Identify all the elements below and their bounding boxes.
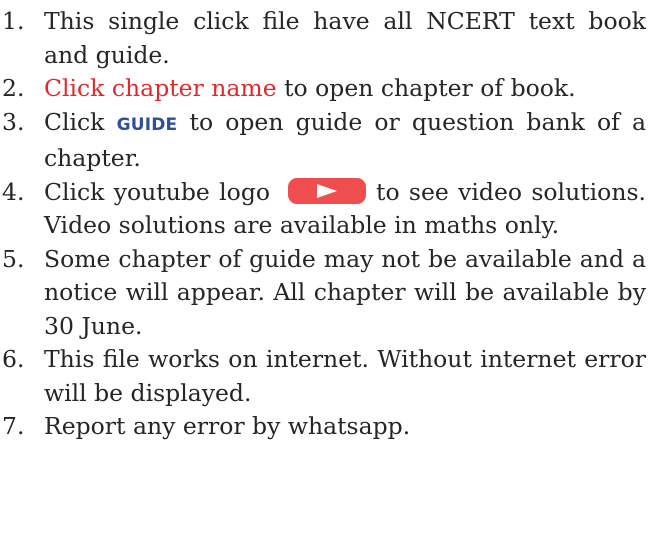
list-text: Click GUIDE to open guide or question ba… xyxy=(44,106,646,176)
chapter-name-link[interactable]: Click chapter name xyxy=(44,74,277,102)
list-item-3: 3. Click GUIDE to open guide or question… xyxy=(0,106,646,176)
list-text: Report any error by whatsapp. xyxy=(44,412,411,440)
list-item-6: 6. This file works on internet. Without … xyxy=(0,343,646,410)
instructions-list: 1. This single click file have all NCERT… xyxy=(0,5,646,444)
list-number: 3. xyxy=(2,107,25,136)
list-number: 5. xyxy=(2,244,25,273)
youtube-play-icon[interactable] xyxy=(288,177,367,204)
list-text: Click youtube logo to see video solutions… xyxy=(44,176,646,243)
list-item-2: 2. Click chapter name to open chapter of… xyxy=(0,72,646,106)
list-item-4: 4. Click youtube logo to see video soluti… xyxy=(0,176,646,243)
list-number: 2. xyxy=(2,74,25,102)
list-number: 1. xyxy=(2,7,25,35)
list-number: 6. xyxy=(2,345,25,373)
list-text-before: Click xyxy=(44,107,117,136)
list-number: 7. xyxy=(2,412,25,440)
list-item-5: 5. Some chapter of guide may not be avai… xyxy=(0,243,646,344)
list-item-1: 1. This single click file have all NCERT… xyxy=(0,5,646,72)
list-text: This single click file have all NCERT te… xyxy=(44,7,646,69)
list-text: Click chapter name to open chapter of bo… xyxy=(44,72,646,106)
list-item-7: 7. Report any error by whatsapp. xyxy=(0,410,646,444)
list-text-before: Click youtube logo xyxy=(44,177,271,206)
list-text: This file works on internet. Without int… xyxy=(44,345,646,407)
list-text: Some chapter of guide may not be availab… xyxy=(44,244,646,340)
list-text-after: to open chapter of book. xyxy=(276,74,576,102)
list-number: 4. xyxy=(2,177,25,206)
guide-button[interactable]: GUIDE xyxy=(117,115,178,135)
